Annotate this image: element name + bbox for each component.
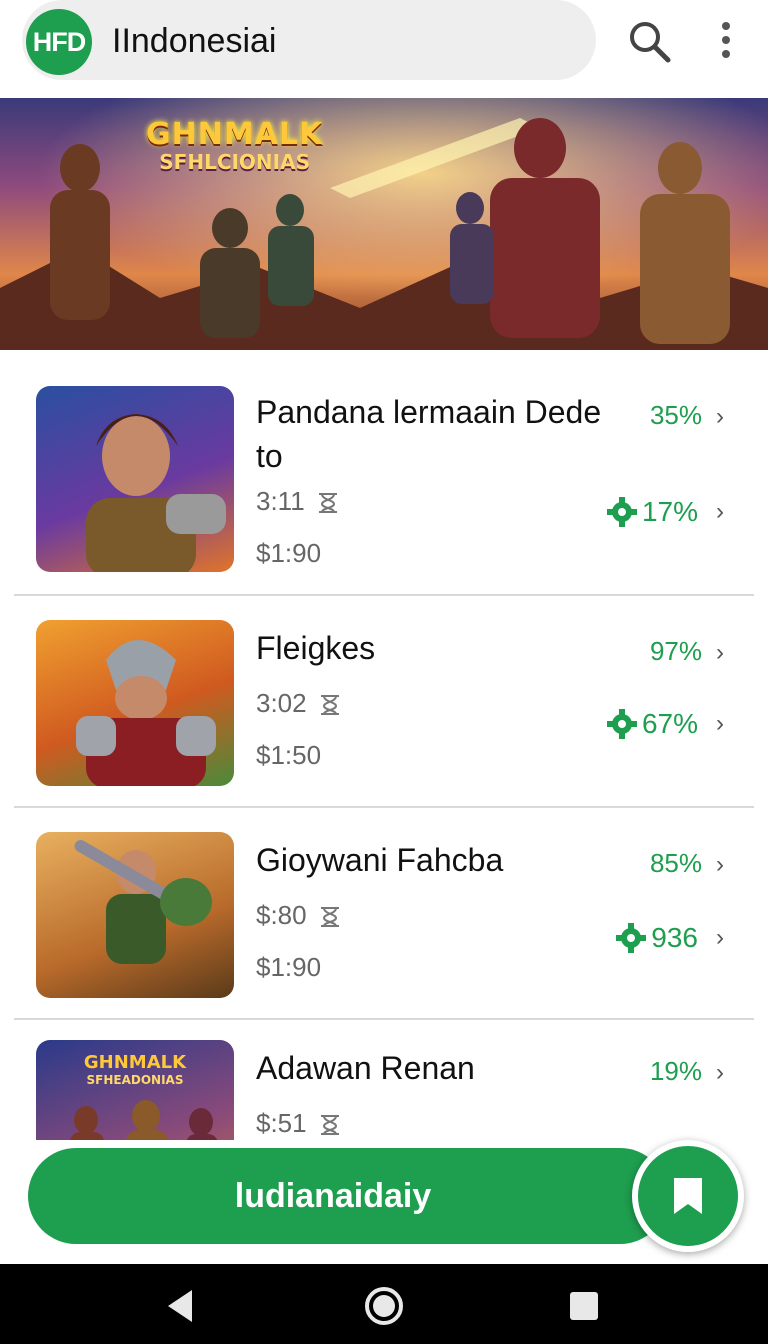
stat-top-value: 35% (649, 400, 702, 430)
primary-action-button[interactable]: ludianaidaiy (28, 1148, 668, 1244)
game-thumbnail (36, 620, 234, 786)
hourglass-icon (320, 1115, 339, 1136)
banner-title-line1: GHNMALK (146, 117, 324, 152)
hourglass-icon (320, 695, 339, 716)
game-price: $1:90 (256, 538, 322, 568)
stat-top-value: 19% (649, 1056, 702, 1086)
game-duration-text: 3:02 (256, 688, 307, 718)
more-vert-icon (722, 22, 730, 58)
banner-title: GHNMALK SFHLCIONIAS (146, 117, 324, 174)
app-screen: HFD IIndonesiai GHNMALK SFHLCIONIAS Pand… (0, 0, 768, 1344)
hourglass-icon (318, 493, 337, 514)
stat-bottom[interactable]: 936 › (615, 922, 724, 954)
chevron-right-icon: › (716, 403, 724, 430)
bookmark-icon (674, 1178, 702, 1214)
game-duration: 3:11 (256, 486, 340, 517)
stat-bottom[interactable]: 67% › (606, 708, 724, 740)
search-bar[interactable] (22, 0, 596, 80)
list-item[interactable]: Pandana lermaain Dede to 3:11 $1:90 35% ›… (14, 350, 754, 596)
gear-icon (606, 709, 637, 739)
stat-top[interactable]: 35% › (650, 400, 724, 431)
search-button[interactable] (626, 18, 674, 66)
list-item[interactable]: Fleigkes 3:02 $1:50 97% › 67% › (14, 596, 754, 808)
page-title: IIndonesiai (112, 22, 277, 60)
game-duration-text: $:51 (256, 1108, 307, 1138)
stat-bottom[interactable]: 17% › (606, 496, 724, 528)
game-title: Pandana lermaain Dede to (256, 394, 602, 474)
chevron-right-icon: › (716, 924, 724, 951)
stat-top[interactable]: 19% › (650, 1056, 724, 1087)
game-duration: $:80 (256, 900, 342, 931)
search-icon (630, 22, 671, 63)
stat-bottom-value: 17% (641, 496, 698, 527)
stat-top[interactable]: 85% › (650, 848, 724, 879)
chevron-right-icon: › (716, 851, 724, 878)
banner-title-line2: SFHLCIONIAS (159, 150, 310, 174)
bookmark-button[interactable] (632, 1140, 744, 1252)
recents-icon[interactable] (568, 1290, 600, 1322)
list-item[interactable]: Gioywani Fahcba $:80 $1:90 85% › 936 › (14, 808, 754, 1020)
stat-top-value: 97% (649, 636, 702, 666)
top-bar: HFD IIndonesiai (0, 0, 768, 96)
system-nav-bar (0, 1264, 768, 1344)
hourglass-icon (320, 907, 339, 928)
chevron-right-icon: › (716, 639, 724, 666)
stat-top-value: 85% (649, 848, 702, 878)
game-title: Gioywani Fahcba (256, 842, 504, 878)
back-icon[interactable] (164, 1288, 196, 1324)
gear-icon (616, 923, 647, 953)
svg-text:GHNMALK: GHNMALK (84, 1052, 187, 1073)
game-thumbnail (36, 386, 234, 572)
svg-text:SFHEADONIAS: SFHEADONIAS (87, 1073, 184, 1087)
gear-icon (606, 497, 637, 527)
game-title: Adawan Renan (256, 1050, 475, 1086)
featured-banner[interactable]: GHNMALK SFHLCIONIAS (0, 98, 768, 350)
game-duration-text: $:80 (256, 900, 307, 930)
chevron-right-icon: › (716, 1059, 724, 1086)
chevron-right-icon: › (716, 498, 724, 525)
game-thumbnail (36, 832, 234, 998)
game-duration: $:51 (256, 1108, 342, 1139)
chevron-right-icon: › (716, 710, 724, 737)
overflow-menu-button[interactable] (708, 18, 744, 66)
home-icon[interactable] (364, 1286, 404, 1326)
game-duration: 3:02 (256, 688, 342, 719)
game-duration-text: 3:11 (256, 486, 305, 516)
game-title: Fleigkes (256, 630, 376, 666)
game-price: $1:90 (256, 952, 322, 982)
banner-art (0, 98, 768, 350)
stat-bottom-value: 67% (641, 708, 698, 739)
game-list: Pandana lermaain Dede to 3:11 $1:90 35% ›… (0, 350, 768, 1232)
app-logo: HFD (26, 9, 92, 75)
game-price: $1:50 (256, 740, 322, 770)
stat-bottom-value: 936 (651, 922, 698, 953)
stat-top[interactable]: 97% › (650, 636, 724, 667)
